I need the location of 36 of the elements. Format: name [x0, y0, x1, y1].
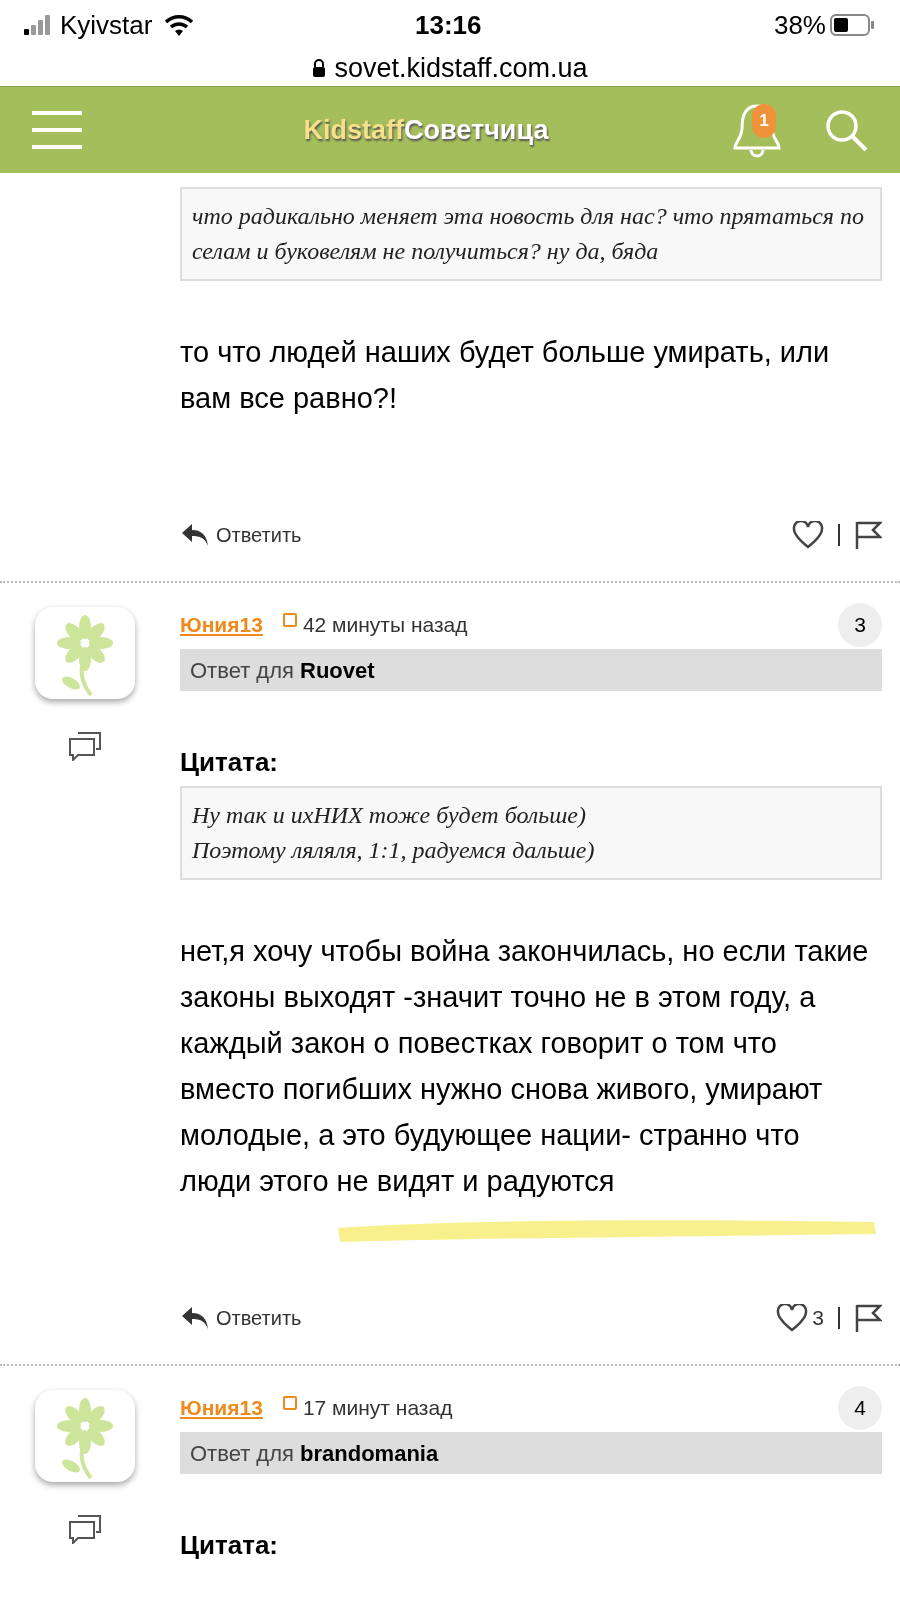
quote-title: Цитата:	[180, 1529, 280, 1562]
quote-box: что радикально меняет эта новость для нас? что прятаться по селам и буковелям не получиться? ну да, бяда	[180, 187, 882, 281]
flag-icon[interactable]	[854, 1303, 882, 1333]
chat-bubbles-icon[interactable]	[68, 731, 102, 761]
wifi-icon	[164, 14, 195, 36]
reply-to-bar: Ответ для brandomania	[180, 1432, 882, 1474]
battery-icon	[830, 14, 876, 36]
avatar-flower-icon	[35, 607, 135, 699]
heart-icon[interactable]	[776, 1304, 809, 1332]
post-time: 17 минут назад	[302, 1395, 453, 1422]
reply-link[interactable]: Ответить	[216, 1303, 302, 1333]
quote-title: Цитата:	[180, 746, 280, 779]
reply-arrow-icon[interactable]	[180, 1305, 210, 1331]
lock-icon	[312, 59, 327, 77]
post-text: нет,я хочу чтобы война закончилась, но если такие законы выходят -значит точно не в этом году, а каждый закон о повестках говорит о том что вместо погибших нужно снова живого, умирают молодые, а это будующее нации- странно что люди этого не видят и радуются	[180, 934, 870, 1199]
chat-bubbles-icon[interactable]	[68, 1514, 102, 1544]
signal-icon	[24, 15, 52, 35]
post-text: то что людей наших будет больше умирать, или вам все равно?!	[180, 335, 831, 416]
status-square-icon	[282, 613, 297, 627]
avatar-flower-icon	[35, 1390, 135, 1482]
post-number: 3	[838, 603, 882, 647]
reply-arrow-icon[interactable]	[180, 522, 210, 548]
clock-time: 13:16	[415, 8, 482, 42]
carrier-name: Kyivstar	[60, 8, 153, 42]
url-text[interactable]: sovet.kidstaff.com.ua	[334, 47, 588, 89]
post-time: 42 минуты назад	[302, 612, 468, 639]
post-number: 4	[838, 1386, 882, 1430]
quote-box: Ну так и ихНИХ тоже будет больше) Поэтому ляляля, 1:1, радуемся дальше)	[180, 786, 882, 880]
reply-link[interactable]: Ответить	[216, 520, 302, 550]
status-square-icon	[282, 1396, 297, 1410]
notification-badge: 1	[752, 104, 776, 138]
flag-icon[interactable]	[854, 520, 882, 550]
heart-icon[interactable]	[792, 521, 824, 549]
reply-to-bar: Ответ для Ruovet	[180, 649, 882, 691]
like-count: 3	[812, 1305, 824, 1332]
battery-percent: 38%	[773, 8, 826, 42]
